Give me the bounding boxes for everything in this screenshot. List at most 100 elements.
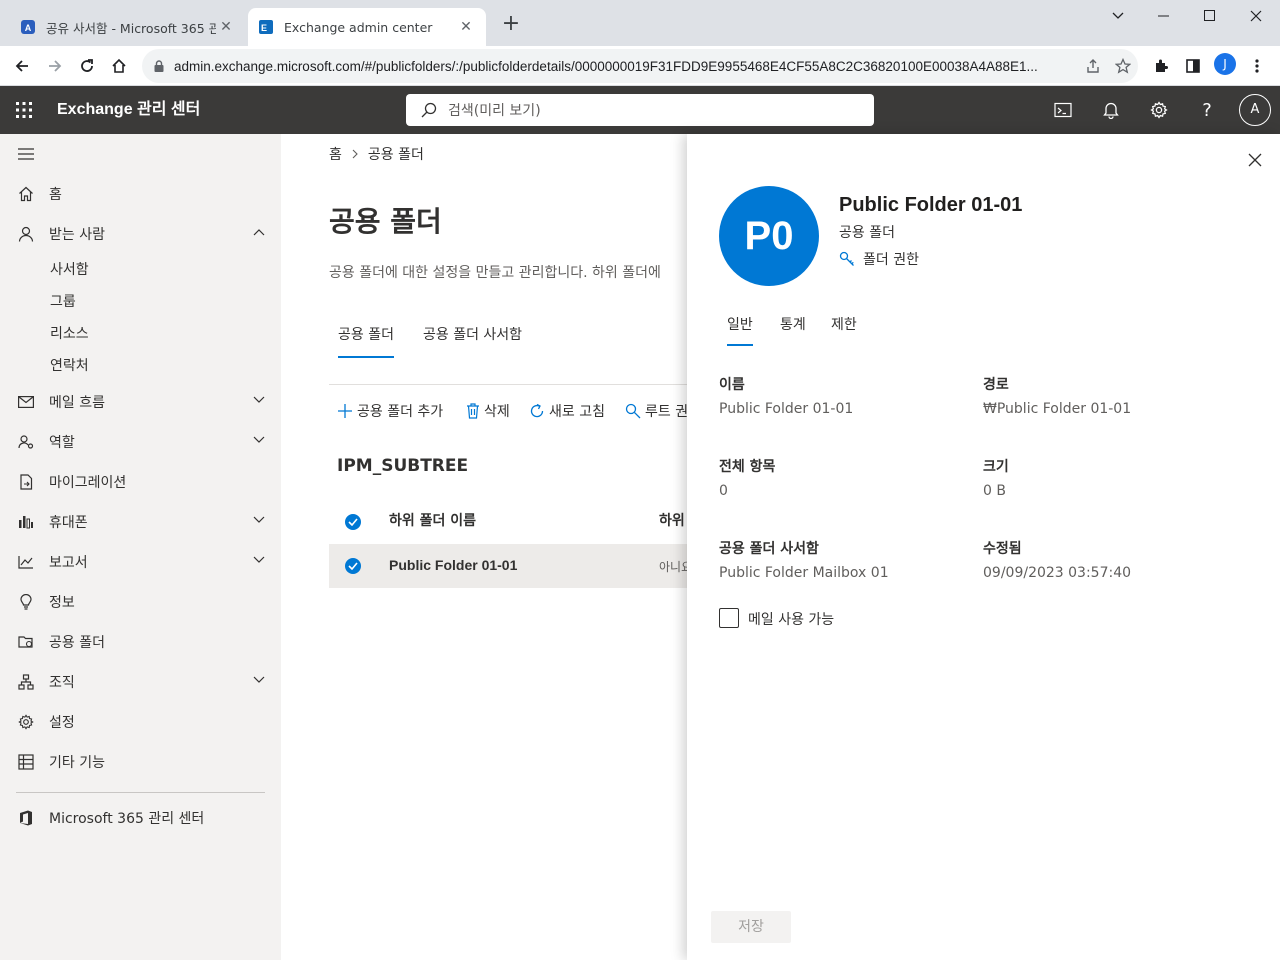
nav-divider [16,792,265,793]
sidebar-item-migration[interactable]: 마이그레이션 [0,462,281,502]
mailbox-label: 공용 폴더 사서함 [719,541,819,557]
svg-text:A: A [25,23,32,33]
chevron-down-icon [253,436,265,444]
nav-collapse-button[interactable] [0,134,281,174]
public-folder-icon [17,633,35,651]
sidebar-item-m365-admin[interactable]: Microsoft 365 관리 센터 [0,798,281,838]
key-search-icon [625,403,641,419]
sidebar-item-settings[interactable]: 설정 [0,702,281,742]
modified-label: 수정됨 [983,541,1022,557]
sidebar-item-public-folders[interactable]: 공용 폴더 [0,622,281,662]
tab-statistics[interactable]: 통계 [780,314,806,346]
add-public-folder-button[interactable]: 공용 폴더 추가 [337,400,443,422]
details-panel: P0 Public Folder 01-01 공용 폴더 폴더 권한 일반 통계… [687,134,1280,960]
chevron-right-icon [352,149,358,159]
tab-search-icon[interactable] [1095,4,1141,28]
side-panel-icon[interactable] [1179,52,1207,80]
sidebar-subitem-groups[interactable]: 그룹 [50,286,76,318]
settings-gear-icon[interactable] [1143,94,1175,126]
user-avatar[interactable]: A [1239,94,1271,126]
person-icon [17,225,35,243]
breadcrumb-home[interactable]: 홈 [329,144,342,164]
sidebar-item-mail-flow[interactable]: 메일 흐름 [0,382,281,422]
sidebar-item-roles[interactable]: 역할 [0,422,281,462]
refresh-button[interactable]: 새로 고침 [529,400,605,422]
sidebar-item-label: 조직 [49,675,75,691]
chevron-down-icon [253,396,265,404]
extensions-icon[interactable] [1147,52,1175,80]
back-icon[interactable] [8,52,36,80]
app-launcher-icon[interactable] [14,100,34,120]
reports-icon [17,553,35,571]
breadcrumb-current: 공용 폴더 [367,147,424,163]
select-all-checkbox[interactable] [345,514,361,530]
sidebar-item-home[interactable]: 홈 [0,174,281,214]
sidebar-subitem-resources[interactable]: 리소스 [50,318,89,350]
save-button[interactable]: 저장 [711,911,791,943]
help-icon[interactable]: ? [1191,94,1223,126]
path-label: 경로 [983,377,1009,393]
home-browser-icon[interactable] [105,52,133,80]
notifications-bell-icon[interactable] [1095,94,1127,126]
close-panel-icon[interactable] [1245,150,1265,170]
tab-public-folders[interactable]: 공용 폴더 [338,324,394,358]
browser-tab-shared-mailbox[interactable]: A 공유 사서함 - Microsoft 365 관리 ✕ [10,8,246,46]
folder-permissions-link[interactable]: 폴더 권한 [839,249,919,269]
tab-general[interactable]: 일반 [727,314,753,346]
roles-icon [17,433,35,451]
share-icon[interactable] [1078,51,1108,81]
browser-tab-bar: A 공유 사서함 - Microsoft 365 관리 ✕ E Exchange… [0,0,1280,46]
sidebar-item-insights[interactable]: 정보 [0,582,281,622]
tab-divider [329,384,749,385]
tab-close-icon[interactable]: ✕ [216,17,236,37]
table-icon [17,753,35,771]
row-folder-name[interactable]: Public Folder 01-01 [389,557,517,573]
column-header-subfolder-name[interactable]: 하위 폴더 이름 [389,510,476,530]
office-icon [17,809,35,827]
reload-icon[interactable] [73,52,101,80]
page-description: 공용 폴더에 대한 설정을 만들고 관리합니다. 하위 폴더에 [329,265,661,281]
cloud-shell-icon[interactable] [1047,94,1079,126]
close-window-icon[interactable] [1233,4,1279,28]
search-box[interactable]: 검색(미리 보기) [406,94,874,126]
browser-menu-icon[interactable] [1243,52,1271,80]
sidebar-item-label: 공용 폴더 [49,635,105,651]
minimize-icon[interactable] [1141,4,1187,28]
sidebar-subitem-contacts[interactable]: 연락처 [50,350,89,382]
browser-tab-exchange[interactable]: E Exchange admin center ✕ [248,8,486,46]
mail-icon [17,393,35,411]
sidebar-item-label: 역할 [49,435,75,451]
sidebar-item-other-features[interactable]: 기타 기능 [0,742,281,782]
root-permissions-button[interactable]: 루트 권 [625,400,688,422]
sidebar-item-label: 메일 흐름 [49,395,105,411]
key-icon [839,251,855,267]
sidebar-item-mobile[interactable]: 휴대폰 [0,502,281,542]
sidebar-item-organization[interactable]: 조직 [0,662,281,702]
delete-label: 삭제 [484,404,510,420]
bookmark-star-icon[interactable] [1108,51,1138,81]
app-title[interactable]: Exchange 관리 센터 [57,86,200,134]
mail-enabled-checkbox[interactable] [719,608,739,628]
browser-profile-avatar[interactable]: J [1214,53,1236,75]
maximize-icon[interactable] [1187,4,1233,28]
sidebar-item-label: 설정 [49,715,75,731]
mail-enabled-label[interactable]: 메일 사용 가능 [748,609,834,629]
tab-close-icon[interactable]: ✕ [456,17,476,37]
sidebar-subitem-mailboxes[interactable]: 사서함 [50,254,89,286]
chevron-down-icon [253,516,265,524]
sidebar-item-reports[interactable]: 보고서 [0,542,281,582]
browser-toolbar: admin.exchange.microsoft.com/#/publicfol… [0,46,1280,86]
column-header-subfolder[interactable]: 하위 [659,510,685,530]
chevron-down-icon [253,556,265,564]
row-checkbox[interactable] [345,558,361,574]
tab-limits[interactable]: 제한 [831,314,857,346]
sidebar-item-recipients[interactable]: 받는 사람 [0,214,281,254]
mailbox-value: Public Folder Mailbox 01 [719,565,889,581]
new-tab-button[interactable]: + [500,13,522,36]
delete-button[interactable]: 삭제 [466,400,510,422]
tab-public-folder-mailboxes[interactable]: 공용 폴더 사서함 [423,324,522,356]
forward-icon[interactable] [41,52,69,80]
lock-icon[interactable] [154,60,164,72]
address-bar[interactable]: admin.exchange.microsoft.com/#/publicfol… [142,49,1138,83]
refresh-label: 새로 고침 [549,404,605,420]
